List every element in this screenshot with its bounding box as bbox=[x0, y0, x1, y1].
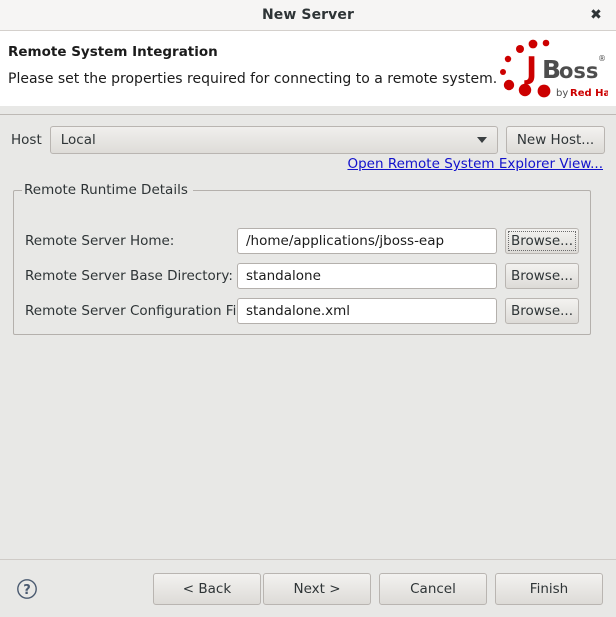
remote-server-base-directory-input[interactable]: standalone bbox=[237, 263, 497, 289]
svg-text:oss: oss bbox=[559, 59, 598, 83]
explorer-link-row: Open Remote System Explorer View... bbox=[347, 156, 603, 172]
wizard-button-bar: < Back Next > Cancel Finish bbox=[153, 572, 603, 605]
host-row: Host Local New Host... bbox=[0, 125, 616, 155]
host-combo[interactable]: Local bbox=[49, 126, 498, 154]
svg-text:?: ? bbox=[23, 583, 31, 598]
remote-server-home-row: Remote Server Home: /home/applications/j… bbox=[15, 228, 589, 254]
remote-server-home-value: /home/applications/jboss-eap bbox=[246, 233, 445, 249]
back-button[interactable]: < Back bbox=[153, 572, 261, 605]
page-title: Remote System Integration bbox=[8, 44, 218, 60]
chevron-down-icon bbox=[477, 137, 487, 143]
host-combo-value: Local bbox=[60, 132, 96, 148]
header-separator bbox=[0, 106, 616, 115]
remote-server-configuration-file-input[interactable]: standalone.xml bbox=[237, 298, 497, 324]
browse-remote-server-configuration-file-button[interactable]: Browse... bbox=[505, 298, 579, 324]
help-icon[interactable]: ? bbox=[16, 578, 38, 600]
group-legend: Remote Runtime Details bbox=[22, 182, 193, 198]
finish-button[interactable]: Finish bbox=[495, 572, 603, 605]
page-description: Please set the properties required for c… bbox=[8, 71, 498, 87]
svg-text:Red Hat: Red Hat bbox=[570, 88, 608, 99]
remote-server-configuration-file-label: Remote Server Configuration File: bbox=[25, 303, 253, 319]
svg-text:by: by bbox=[556, 88, 568, 99]
remote-server-home-label: Remote Server Home: bbox=[25, 233, 175, 249]
next-button[interactable]: Next > bbox=[263, 572, 371, 605]
browse-remote-server-base-directory-button[interactable]: Browse... bbox=[505, 263, 579, 289]
svg-text:®: ® bbox=[598, 54, 606, 63]
svg-text:J: J bbox=[524, 51, 537, 86]
open-remote-system-explorer-link[interactable]: Open Remote System Explorer View... bbox=[347, 156, 603, 172]
remote-server-base-directory-label: Remote Server Base Directory: bbox=[25, 268, 233, 284]
wizard-header-banner: Remote System Integration Please set the… bbox=[0, 31, 616, 106]
wizard-footer: ? < Back Next > Cancel Finish bbox=[0, 559, 616, 617]
wizard-page-body: Host Local New Host... Open Remote Syste… bbox=[0, 115, 616, 559]
browse-remote-server-home-button[interactable]: Browse... bbox=[505, 228, 579, 254]
close-icon[interactable]: ✖ bbox=[582, 0, 610, 30]
window-titlebar: New Server ✖ bbox=[0, 0, 616, 31]
window-title: New Server bbox=[261, 7, 355, 23]
remote-server-configuration-file-value: standalone.xml bbox=[246, 303, 351, 319]
remote-server-base-directory-value: standalone bbox=[246, 268, 321, 284]
remote-server-configuration-file-row: Remote Server Configuration File: standa… bbox=[15, 298, 589, 324]
cancel-button[interactable]: Cancel bbox=[379, 572, 487, 605]
remote-runtime-details-group: Remote Runtime Details Remote Server Hom… bbox=[13, 182, 591, 335]
remote-server-base-directory-row: Remote Server Base Directory: standalone… bbox=[15, 263, 589, 289]
host-label: Host bbox=[11, 132, 42, 148]
remote-server-home-input[interactable]: /home/applications/jboss-eap bbox=[237, 228, 497, 254]
jboss-logo: J B oss ® by Red Hat bbox=[500, 39, 608, 99]
new-host-button[interactable]: New Host... bbox=[506, 126, 605, 154]
